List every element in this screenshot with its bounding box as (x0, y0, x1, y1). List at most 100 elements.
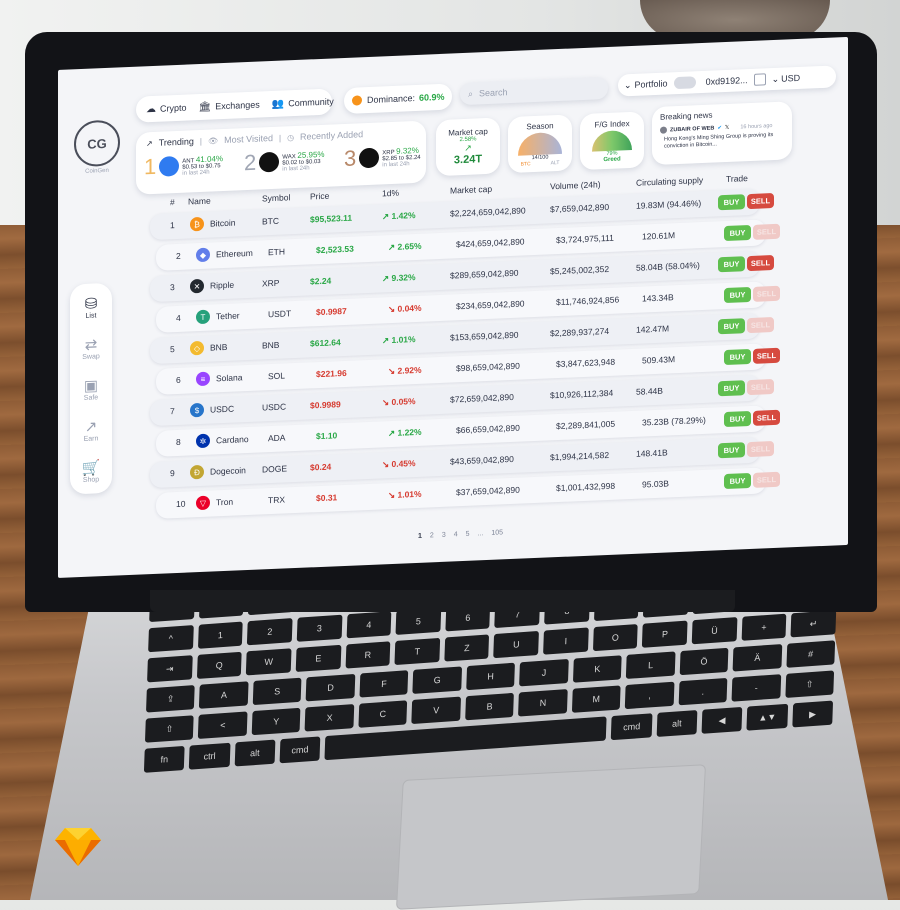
page-link[interactable]: 3 (442, 532, 446, 539)
sell-button[interactable]: SELL (747, 254, 774, 272)
page-link[interactable]: 105 (491, 529, 503, 536)
portfolio-button[interactable]: Portfolio (635, 78, 668, 89)
header-trade: Trade (726, 173, 748, 185)
nav-crypto[interactable]: Crypto (160, 103, 187, 114)
bnb-icon: ◇ (190, 340, 204, 356)
buy-button[interactable]: BUY (724, 224, 751, 242)
sell-button[interactable]: SELL (753, 471, 780, 488)
page-link[interactable]: 4 (454, 531, 458, 538)
keyboard-key: T (394, 637, 441, 666)
market-cap-value: 3.24T (453, 153, 483, 167)
coin-volume: $11,746,924,856 (556, 294, 620, 308)
sell-button[interactable]: SELL (747, 316, 774, 334)
tab-trending[interactable]: Trending (159, 136, 194, 147)
currency-select[interactable]: USD (781, 73, 800, 84)
header-price[interactable]: Price (310, 191, 329, 202)
coin-name[interactable]: Ripple (210, 280, 234, 291)
coin-change: ↗ 1.22% (388, 426, 422, 439)
header-market-cap[interactable]: Market cap (450, 184, 492, 196)
coin-change: ↗ 2.65% (388, 240, 422, 253)
sell-button[interactable]: SELL (747, 378, 774, 396)
keyboard-key: ctrl (189, 742, 231, 770)
tab-most-visited[interactable]: Most Visited (224, 133, 273, 145)
header-rank: # (170, 197, 175, 208)
season-left: BTC (520, 160, 531, 168)
buy-button[interactable]: BUY (724, 286, 751, 304)
fg-index-widget[interactable]: F/G Index 79% Greed (580, 111, 644, 171)
sidebar-item-list[interactable]: ⛁ List (85, 294, 98, 320)
wallet-address[interactable]: 0xd9192... (706, 75, 748, 87)
keyboard-key: . (678, 677, 728, 706)
header-change[interactable]: 1d% (382, 188, 399, 199)
sell-button[interactable]: SELL (753, 285, 780, 302)
sell-button[interactable]: SELL (753, 409, 780, 426)
trend-up-icon: ↗ (464, 142, 472, 153)
keyboard-key: W (246, 648, 292, 676)
sketch-logo-icon (55, 828, 101, 866)
coin-name[interactable]: Cardano (216, 434, 249, 445)
sell-button[interactable]: SELL (753, 223, 780, 240)
buy-button[interactable]: BUY (718, 194, 745, 211)
coin-name[interactable]: Dogecoin (210, 465, 246, 477)
avatar[interactable] (673, 76, 696, 90)
coin-symbol: SOL (268, 370, 286, 382)
coin-name[interactable]: Tron (216, 497, 233, 508)
season-widget[interactable]: Season 14/100 BTC ALT (508, 114, 572, 174)
coin-price: $221.96 (316, 367, 347, 380)
coin-name[interactable]: Tether (216, 310, 240, 321)
header-supply[interactable]: Circulating supply (636, 175, 703, 188)
search-input[interactable]: Search (479, 87, 508, 98)
header-name[interactable]: Name (188, 196, 211, 207)
keyboard-key: R (345, 641, 391, 669)
page-link[interactable]: 2 (430, 532, 434, 539)
buy-button[interactable]: BUY (718, 256, 745, 273)
sell-button[interactable]: SELL (747, 440, 774, 458)
buy-button[interactable]: BUY (718, 318, 745, 335)
buy-button[interactable]: BUY (718, 380, 745, 397)
buy-button[interactable]: BUY (724, 410, 751, 428)
tab-recently-added[interactable]: Recently Added (300, 129, 363, 142)
sidebar-item-shop[interactable]: 🛒 Shop (82, 458, 101, 484)
coin-supply: 58.04B (58.04%) (636, 260, 700, 273)
coin-name[interactable]: USDC (210, 404, 234, 415)
sidebar-item-earn[interactable]: ↗ Earn (84, 417, 99, 443)
nav-exchanges[interactable]: Exchanges (215, 100, 260, 112)
wallet-icon[interactable] (753, 73, 766, 86)
people-icon: 👥 (271, 98, 285, 110)
buy-button[interactable]: BUY (724, 472, 751, 490)
trending-item[interactable]: 3 XRP 9.32% $2.85 to $2.24 in last 24h (344, 142, 434, 172)
header-volume[interactable]: Volume (24h) (550, 179, 601, 191)
header-symbol[interactable]: Symbol (262, 192, 290, 203)
buy-button[interactable]: BUY (724, 348, 751, 366)
coin-name[interactable]: Bitcoin (210, 218, 236, 229)
sidebar-item-swap[interactable]: ⇄ Swap (82, 335, 100, 361)
brand-logo-mark: CG (74, 119, 120, 168)
coin-market-cap: $98,659,042,890 (456, 360, 520, 374)
coin-name[interactable]: Solana (216, 372, 242, 383)
trending-item[interactable]: 1 ANT 41.04% $0.53 to $0.75 in last 24h (144, 151, 234, 181)
nav-community[interactable]: Community (288, 96, 334, 108)
crypto-icon: ☁ (146, 103, 156, 115)
trending-period: in last 24h (282, 164, 310, 173)
buy-button[interactable]: BUY (718, 442, 745, 459)
coin-market-cap: $72,659,042,890 (450, 391, 514, 405)
coin-supply: 148.41B (636, 447, 668, 459)
news-widget[interactable]: Breaking news ZUBAIR OF WEB ✔ 𝕏 16 hours… (652, 101, 792, 166)
page-link[interactable]: 5 (466, 531, 470, 538)
search-box[interactable]: ⌕ Search (460, 76, 608, 106)
sidebar-item-safe[interactable]: ▣ Safe (84, 376, 98, 402)
coin-name[interactable]: BNB (210, 342, 227, 353)
coin-name[interactable]: Ethereum (216, 248, 253, 260)
coin-supply: 509.43M (642, 354, 676, 366)
trending-item[interactable]: 2 WAX 25.95% $0.02 to $0.03 in last 24h (244, 146, 334, 176)
coin-volume: $3,847,623,948 (556, 356, 616, 370)
sell-button[interactable]: SELL (753, 347, 780, 364)
keyboard-key: ↵ (790, 610, 837, 638)
brand-logo[interactable]: CG CoinGen (74, 119, 120, 175)
page-link[interactable]: 1 (418, 533, 422, 540)
coin-market-cap: $2,224,659,042,890 (450, 205, 526, 219)
market-cap-widget[interactable]: Market cap 2.58% ↗ 3.24T (436, 117, 500, 177)
sell-button[interactable]: SELL (747, 192, 774, 210)
keyboard-key: cmd (611, 713, 653, 741)
keyboard-key: D (306, 673, 356, 702)
